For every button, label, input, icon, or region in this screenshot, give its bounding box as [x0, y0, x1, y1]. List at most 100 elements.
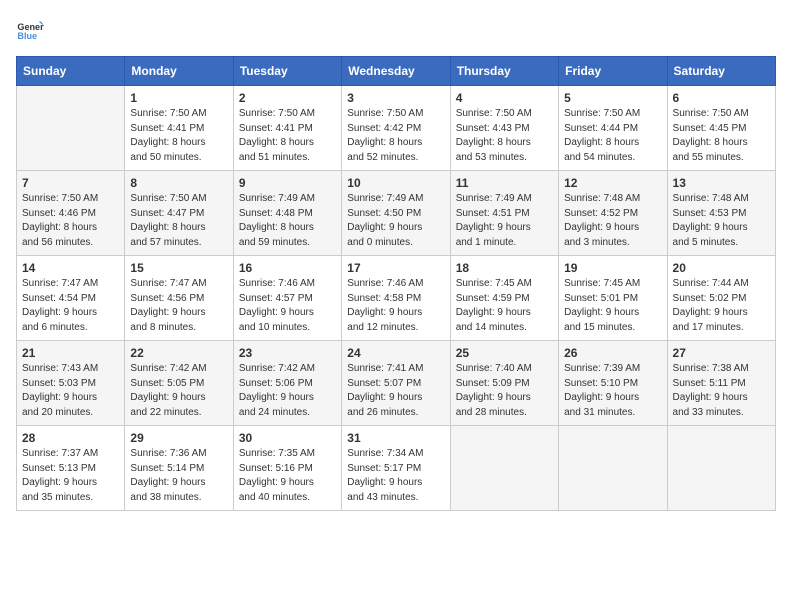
calendar-cell: 4Sunrise: 7:50 AMSunset: 4:43 PMDaylight… — [450, 86, 558, 171]
day-info: Sunrise: 7:46 AMSunset: 4:57 PMDaylight:… — [239, 277, 336, 335]
calendar-cell: 3 Sunrise: 7:50 AMSunset: 4:42 PMDaylight… — [342, 86, 450, 171]
day-info: Sunrise: 7:41 AMSunset: 5:07 PMDaylight:… — [347, 362, 444, 420]
calendar-cell — [667, 426, 775, 511]
day-number: 27 — [673, 346, 770, 360]
day-info: Sunrise: 7:47 AMSunset: 4:54 PMDaylight:… — [22, 277, 119, 335]
day-number: 28 — [22, 431, 119, 445]
week-row-1: 1Sunrise: 7:50 AMSunset: 4:41 PMDaylight… — [17, 86, 776, 171]
day-info: Sunrise: 7:36 AMSunset: 5:14 PMDaylight:… — [130, 447, 227, 505]
day-number: 22 — [130, 346, 227, 360]
day-info: Sunrise: 7:50 AMSunset: 4:41 PMDaylight:… — [130, 107, 227, 165]
calendar-cell: 15 Sunrise: 7:47 AMSunset: 4:56 PMDayligh… — [125, 256, 233, 341]
calendar-cell: 9 Sunrise: 7:49 AMSunset: 4:48 PMDaylight… — [233, 171, 341, 256]
day-number: 12 — [564, 176, 661, 190]
weekday-header-row: SundayMondayTuesdayWednesdayThursdayFrid… — [17, 57, 776, 86]
day-number: 25 — [456, 346, 553, 360]
day-info: Sunrise: 7:43 AMSunset: 5:03 PMDaylight:… — [22, 362, 119, 420]
day-info: Sunrise: 7:50 AMSunset: 4:46 PMDaylight:… — [22, 192, 119, 250]
week-row-2: 7 Sunrise: 7:50 AMSunset: 4:46 PMDaylight… — [17, 171, 776, 256]
logo-icon: General Blue — [16, 16, 44, 44]
calendar-cell: 28 Sunrise: 7:37 AMSunset: 5:13 PMDayligh… — [17, 426, 125, 511]
day-number: 10 — [347, 176, 444, 190]
day-info: Sunrise: 7:48 AMSunset: 4:52 PMDaylight:… — [564, 192, 661, 250]
day-info: Sunrise: 7:50 AMSunset: 4:41 PMDaylight:… — [239, 107, 336, 165]
day-number: 9 — [239, 176, 336, 190]
day-info: Sunrise: 7:42 AMSunset: 5:06 PMDaylight:… — [239, 362, 336, 420]
day-number: 11 — [456, 176, 553, 190]
weekday-header-friday: Friday — [559, 57, 667, 86]
day-info: Sunrise: 7:50 AMSunset: 4:42 PMDaylight:… — [347, 107, 444, 165]
calendar-cell: 27Sunrise: 7:38 AMSunset: 5:11 PMDayligh… — [667, 341, 775, 426]
day-number: 14 — [22, 261, 119, 275]
day-number: 17 — [347, 261, 444, 275]
day-info: Sunrise: 7:50 AMSunset: 4:47 PMDaylight:… — [130, 192, 227, 250]
calendar-cell: 22 Sunrise: 7:42 AMSunset: 5:05 PMDayligh… — [125, 341, 233, 426]
day-info: Sunrise: 7:49 AMSunset: 4:50 PMDaylight:… — [347, 192, 444, 250]
calendar-cell: 14 Sunrise: 7:47 AMSunset: 4:54 PMDayligh… — [17, 256, 125, 341]
calendar-cell — [559, 426, 667, 511]
calendar-cell: 21 Sunrise: 7:43 AMSunset: 5:03 PMDayligh… — [17, 341, 125, 426]
calendar-cell: 8 Sunrise: 7:50 AMSunset: 4:47 PMDaylight… — [125, 171, 233, 256]
calendar-cell — [17, 86, 125, 171]
day-number: 18 — [456, 261, 553, 275]
calendar-cell: 20Sunrise: 7:44 AMSunset: 5:02 PMDayligh… — [667, 256, 775, 341]
calendar-cell: 11 Sunrise: 7:49 AMSunset: 4:51 PMDayligh… — [450, 171, 558, 256]
day-number: 19 — [564, 261, 661, 275]
weekday-header-wednesday: Wednesday — [342, 57, 450, 86]
calendar-cell: 29 Sunrise: 7:36 AMSunset: 5:14 PMDayligh… — [125, 426, 233, 511]
calendar-cell: 25 Sunrise: 7:40 AMSunset: 5:09 PMDayligh… — [450, 341, 558, 426]
day-info: Sunrise: 7:49 AMSunset: 4:48 PMDaylight:… — [239, 192, 336, 250]
weekday-header-thursday: Thursday — [450, 57, 558, 86]
calendar-table: SundayMondayTuesdayWednesdayThursdayFrid… — [16, 56, 776, 511]
calendar-cell: 10 Sunrise: 7:49 AMSunset: 4:50 PMDayligh… — [342, 171, 450, 256]
day-info: Sunrise: 7:34 AMSunset: 5:17 PMDaylight:… — [347, 447, 444, 505]
weekday-header-tuesday: Tuesday — [233, 57, 341, 86]
day-info: Sunrise: 7:37 AMSunset: 5:13 PMDaylight:… — [22, 447, 119, 505]
week-row-4: 21 Sunrise: 7:43 AMSunset: 5:03 PMDayligh… — [17, 341, 776, 426]
day-number: 29 — [130, 431, 227, 445]
weekday-header-monday: Monday — [125, 57, 233, 86]
day-info: Sunrise: 7:50 AMSunset: 4:44 PMDaylight:… — [564, 107, 661, 165]
logo: General Blue — [16, 16, 48, 44]
day-number: 26 — [564, 346, 661, 360]
calendar-cell: 18 Sunrise: 7:45 AMSunset: 4:59 PMDayligh… — [450, 256, 558, 341]
day-info: Sunrise: 7:45 AMSunset: 4:59 PMDaylight:… — [456, 277, 553, 335]
calendar-cell: 7 Sunrise: 7:50 AMSunset: 4:46 PMDaylight… — [17, 171, 125, 256]
calendar-cell: 19 Sunrise: 7:45 AMSunset: 5:01 PMDayligh… — [559, 256, 667, 341]
day-number: 13 — [673, 176, 770, 190]
day-info: Sunrise: 7:46 AMSunset: 4:58 PMDaylight:… — [347, 277, 444, 335]
weekday-header-saturday: Saturday — [667, 57, 775, 86]
day-number: 4 — [456, 91, 553, 105]
day-info: Sunrise: 7:48 AMSunset: 4:53 PMDaylight:… — [673, 192, 770, 250]
day-info: Sunrise: 7:35 AMSunset: 5:16 PMDaylight:… — [239, 447, 336, 505]
day-info: Sunrise: 7:45 AMSunset: 5:01 PMDaylight:… — [564, 277, 661, 335]
day-number: 6 — [673, 91, 770, 105]
day-number: 21 — [22, 346, 119, 360]
calendar-cell: 30Sunrise: 7:35 AMSunset: 5:16 PMDayligh… — [233, 426, 341, 511]
day-number: 15 — [130, 261, 227, 275]
day-number: 24 — [347, 346, 444, 360]
svg-text:Blue: Blue — [17, 31, 37, 41]
calendar-cell: 26Sunrise: 7:39 AMSunset: 5:10 PMDayligh… — [559, 341, 667, 426]
day-info: Sunrise: 7:44 AMSunset: 5:02 PMDaylight:… — [673, 277, 770, 335]
day-info: Sunrise: 7:49 AMSunset: 4:51 PMDaylight:… — [456, 192, 553, 250]
week-row-5: 28 Sunrise: 7:37 AMSunset: 5:13 PMDayligh… — [17, 426, 776, 511]
calendar-cell: 1Sunrise: 7:50 AMSunset: 4:41 PMDaylight… — [125, 86, 233, 171]
calendar-cell: 6Sunrise: 7:50 AMSunset: 4:45 PMDaylight… — [667, 86, 775, 171]
calendar-cell: 17 Sunrise: 7:46 AMSunset: 4:58 PMDayligh… — [342, 256, 450, 341]
day-info: Sunrise: 7:47 AMSunset: 4:56 PMDaylight:… — [130, 277, 227, 335]
day-number: 31 — [347, 431, 444, 445]
day-info: Sunrise: 7:40 AMSunset: 5:09 PMDaylight:… — [456, 362, 553, 420]
calendar-cell: 5 Sunrise: 7:50 AMSunset: 4:44 PMDaylight… — [559, 86, 667, 171]
calendar-cell: 23Sunrise: 7:42 AMSunset: 5:06 PMDayligh… — [233, 341, 341, 426]
day-number: 7 — [22, 176, 119, 190]
weekday-header-sunday: Sunday — [17, 57, 125, 86]
day-number: 3 — [347, 91, 444, 105]
day-number: 2 — [239, 91, 336, 105]
day-info: Sunrise: 7:42 AMSunset: 5:05 PMDaylight:… — [130, 362, 227, 420]
day-number: 5 — [564, 91, 661, 105]
calendar-cell: 24 Sunrise: 7:41 AMSunset: 5:07 PMDayligh… — [342, 341, 450, 426]
calendar-cell: 16Sunrise: 7:46 AMSunset: 4:57 PMDayligh… — [233, 256, 341, 341]
calendar-cell: 12 Sunrise: 7:48 AMSunset: 4:52 PMDayligh… — [559, 171, 667, 256]
day-number: 8 — [130, 176, 227, 190]
